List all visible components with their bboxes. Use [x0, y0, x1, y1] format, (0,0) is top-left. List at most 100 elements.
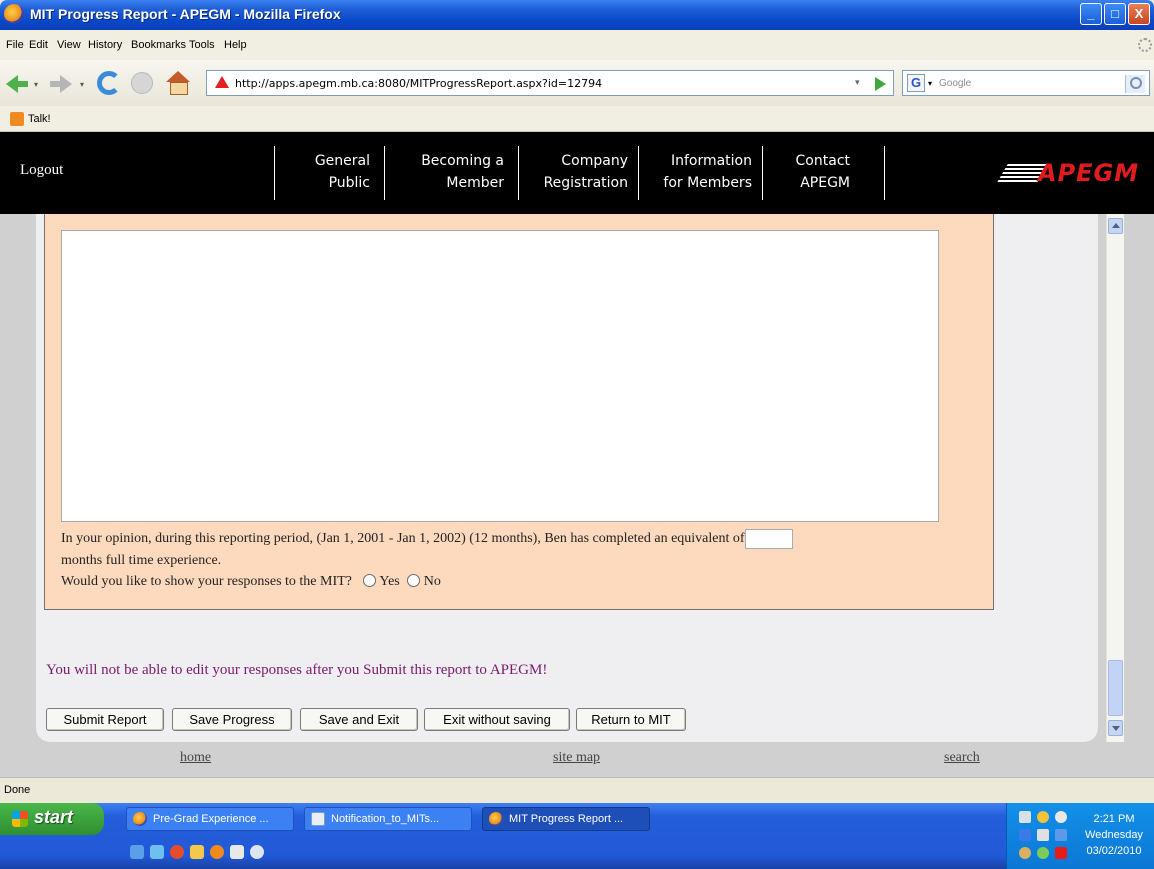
taskbar-item-label: Notification_to_MITs...	[331, 813, 440, 825]
network-tray-icon[interactable]	[1055, 829, 1067, 841]
submit-warning: You will not be able to edit your respon…	[46, 662, 548, 678]
exit-without-saving-button[interactable]: Exit without saving	[424, 708, 570, 731]
save-progress-button[interactable]: Save Progress	[172, 708, 292, 731]
nav-becoming-member[interactable]: Becoming a Member	[396, 150, 504, 194]
taskbar-item-label: MIT Progress Report ...	[509, 813, 624, 825]
footer-search-link[interactable]: search	[944, 750, 980, 766]
nav-divider	[762, 146, 763, 200]
show-responses-question: Would you like to show your responses to…	[61, 574, 352, 589]
volume-icon[interactable]	[1055, 811, 1067, 823]
system-clock[interactable]: 2:21 PM Wednesday 03/02/2010	[1077, 811, 1151, 859]
save-and-exit-button[interactable]: Save and Exit	[300, 708, 418, 731]
address-bar[interactable]: http://apps.apegm.mb.ca:8080/MITProgress…	[206, 70, 894, 96]
footer-site-map-link[interactable]: site map	[553, 750, 600, 766]
nav-general-public[interactable]: General Public	[290, 150, 370, 194]
menu-edit[interactable]: Edit	[29, 39, 48, 51]
show-responses-row: Would you like to show your responses to…	[61, 574, 441, 590]
footer-home-link[interactable]: home	[180, 750, 211, 766]
url-history-dropdown-icon[interactable]: ▾	[855, 78, 860, 88]
forward-dropdown-icon[interactable]: ▾	[80, 80, 84, 89]
menu-history[interactable]: History	[88, 39, 122, 51]
search-input[interactable]: Google	[939, 78, 971, 89]
close-button[interactable]: X	[1128, 3, 1150, 25]
document-icon	[311, 812, 325, 826]
address-url[interactable]: http://apps.apegm.mb.ca:8080/MITProgress…	[235, 77, 602, 90]
response-textarea[interactable]	[61, 230, 939, 522]
forward-button[interactable]	[48, 74, 72, 94]
scroll-up-icon[interactable]	[1108, 218, 1123, 234]
taskbar-item-mit-report[interactable]: MIT Progress Report ...	[482, 807, 650, 831]
start-label: start	[34, 807, 74, 827]
clock-date: 03/02/2010	[1086, 845, 1142, 857]
radio-no[interactable]	[407, 574, 421, 587]
radio-yes[interactable]	[363, 574, 377, 587]
firefox-icon	[4, 4, 24, 24]
stop-icon[interactable]	[131, 72, 153, 94]
vertical-scrollbar[interactable]	[1106, 214, 1124, 742]
reload-icon[interactable]	[97, 71, 121, 95]
bookmark-talk[interactable]: Talk!	[28, 113, 51, 125]
months-input[interactable]	[744, 528, 793, 549]
radio-yes-label[interactable]: Yes	[379, 574, 399, 589]
ie-icon[interactable]	[130, 845, 144, 859]
scroll-down-icon[interactable]	[1108, 720, 1123, 736]
engine-dropdown-icon[interactable]: ▾	[928, 79, 932, 88]
update-icon[interactable]	[1019, 829, 1031, 841]
report-form: In your opinion, during this reporting p…	[44, 214, 994, 610]
windows-logo-icon	[12, 811, 28, 827]
nav-divider	[884, 146, 885, 200]
search-bar[interactable]: G ▾ Google	[902, 70, 1150, 96]
status-text: Done	[4, 784, 31, 796]
network-icon[interactable]	[150, 845, 164, 859]
navigation-toolbar: ▾ ▾ http://apps.apegm.mb.ca:8080/MITProg…	[0, 60, 1154, 106]
clock-icon[interactable]	[250, 845, 264, 859]
loading-throbber-icon	[1138, 38, 1152, 52]
start-button[interactable]: start	[0, 803, 104, 835]
bookmarks-toolbar: Talk!	[0, 106, 1154, 132]
printer-icon[interactable]	[1019, 811, 1031, 823]
nav-information-members[interactable]: Information for Members	[644, 150, 752, 194]
content-panel: In your opinion, during this reporting p…	[36, 214, 1098, 742]
taskbar-item-label: Pre-Grad Experience ...	[153, 813, 269, 825]
norton-icon[interactable]	[1055, 847, 1067, 859]
taskbar-item-notification[interactable]: Notification_to_MITs...	[304, 807, 472, 831]
scroll-thumb[interactable]	[1108, 660, 1123, 716]
messenger-icon[interactable]	[1037, 829, 1049, 841]
nav-contact-apegm[interactable]: Contact APEGM	[778, 150, 850, 194]
radio-no-label[interactable]: No	[424, 574, 441, 589]
google-engine-icon[interactable]: G	[907, 74, 925, 92]
back-dropdown-icon[interactable]: ▾	[34, 80, 38, 89]
security-shield-icon[interactable]	[1037, 811, 1049, 823]
menu-bookmarks[interactable]: Bookmarks	[131, 39, 186, 51]
page-viewport: In your opinion, during this reporting p…	[0, 214, 1154, 777]
minimize-button[interactable]: _	[1080, 3, 1102, 25]
green-tray-icon[interactable]	[1037, 847, 1049, 859]
window-titlebar[interactable]: MIT Progress Report - APEGM - Mozilla Fi…	[0, 0, 1154, 30]
firefox-icon	[133, 812, 147, 826]
clock-tray-icon[interactable]	[1019, 847, 1031, 859]
site-header: Logout General Public Becoming a Member …	[0, 132, 1154, 214]
logout-link[interactable]: Logout	[20, 162, 63, 179]
outlook-icon[interactable]	[230, 845, 244, 859]
media-icon[interactable]	[170, 845, 184, 859]
months-question: In your opinion, during this reporting p…	[61, 528, 981, 572]
menu-help[interactable]: Help	[224, 39, 247, 51]
maximize-button[interactable]: □	[1104, 3, 1126, 25]
menu-view[interactable]: View	[57, 39, 81, 51]
menu-tools[interactable]: Tools	[189, 39, 215, 51]
back-button[interactable]	[6, 74, 30, 94]
menu-file[interactable]: File	[6, 39, 24, 51]
home-icon[interactable]	[166, 71, 190, 95]
taskbar-item-pregrad[interactable]: Pre-Grad Experience ...	[126, 807, 294, 831]
return-to-mit-button[interactable]: Return to MIT	[576, 708, 686, 731]
nav-company-registration[interactable]: Company Registration	[526, 150, 628, 194]
submit-report-button[interactable]: Submit Report	[46, 708, 164, 731]
menu-bar: File Edit View History Bookmarks Tools H…	[0, 30, 1154, 60]
go-arrow-icon[interactable]	[875, 77, 886, 91]
folder-icon[interactable]	[190, 845, 204, 859]
window-title: MIT Progress Report - APEGM - Mozilla Fi…	[30, 6, 341, 22]
system-tray: 2:21 PM Wednesday 03/02/2010	[1006, 803, 1154, 869]
firefox-icon[interactable]	[210, 845, 224, 859]
search-icon[interactable]	[1125, 75, 1145, 93]
apegm-logo[interactable]: APEGM	[996, 159, 1148, 187]
